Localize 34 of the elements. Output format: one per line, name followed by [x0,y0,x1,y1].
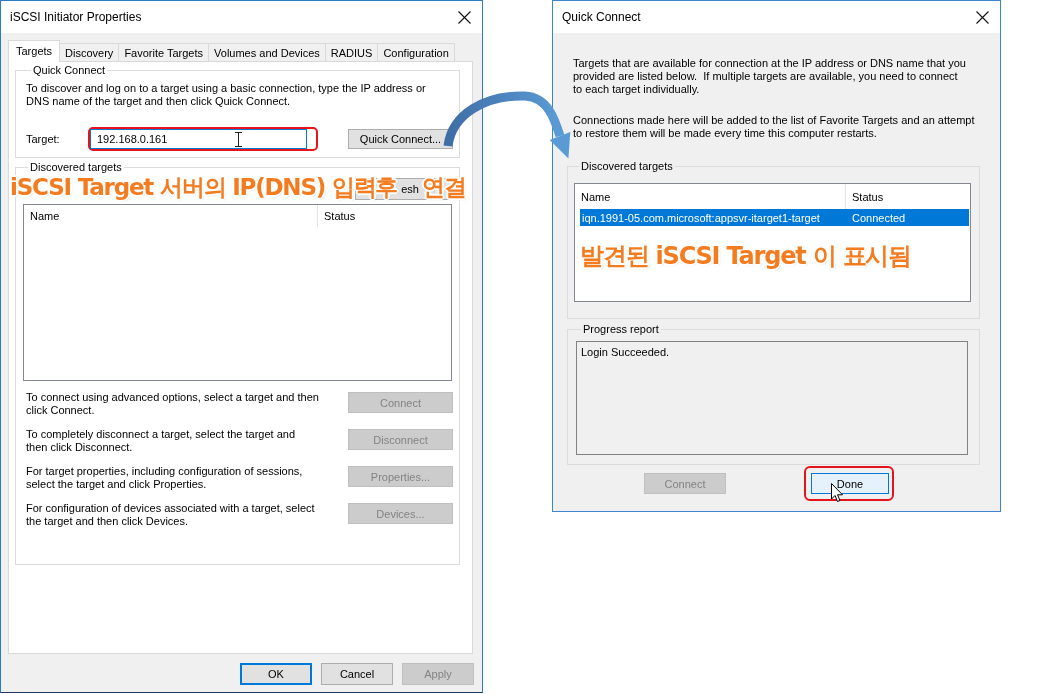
close-icon[interactable] [976,10,989,24]
dialog-button[interactable]: Done [811,473,889,494]
instruction-text: To completely disconnect a target, select the target and then click Disconnect. [26,428,296,454]
window-title: Quick Connect [562,10,641,24]
target-status: Connected [851,211,906,224]
annotation-text: 발견된 iSCSI Target 이 표시됨 [580,243,912,271]
target-name: iqn.1991-05.com.microsoft:appsvr-itarget1-target [581,211,821,224]
dialog-button[interactable]: Cancel [321,663,393,685]
target-row[interactable]: iqn.1991-05.com.microsoft:appsvr-itarget1-target Connected [580,209,969,226]
quick-connect-button[interactable]: Quick Connect... [348,129,453,149]
group-label: Discovered targets [580,160,674,173]
instruction-text: To connect using advanced options, select a target and then click Connect. [26,391,319,417]
instruction-text: For target properties, including configuration of sessions, select the target and click Properties. [26,465,303,491]
instruction-text: To discover and log on to a target using a basic connection, type the IP address or DNS name of the target and then click Quick Connect. [26,82,427,108]
group-label: Quick Connect [32,64,107,77]
column-header[interactable]: Name [24,205,318,227]
info-text: Connections made here will be added to the list of Favorite Targets and an attempt to restore them will be made every time this computer restarts. [573,114,976,140]
tab[interactable]: Discovery [59,43,120,61]
tab[interactable]: Targets [8,40,61,62]
target-input[interactable]: 192.168.0.161 [90,129,307,149]
group-label: Discovered targets [29,161,123,174]
target-label: Target: [26,133,61,145]
instruction-text: For configuration of devices associated with a target, select the target and then click Devices. [26,502,315,528]
column-header[interactable]: Status [318,205,451,227]
info-text: Targets that are available for connection at the IP address or DNS name that you provided are listed below. If multiple targets are available, you need to connect to each target individually. [573,57,967,96]
progress-log-field[interactable]: Login Succeeded. [576,341,968,455]
close-icon[interactable] [458,10,471,24]
group-label: Progress report [582,323,660,336]
tab[interactable]: Favorite Targets [118,43,210,61]
column-header[interactable]: Status [846,184,970,209]
dialog-button[interactable]: OK [240,663,312,685]
tab[interactable]: Configuration [377,43,455,61]
window-title: iSCSI Initiator Properties [10,10,142,24]
text-cursor-icon [235,132,242,147]
